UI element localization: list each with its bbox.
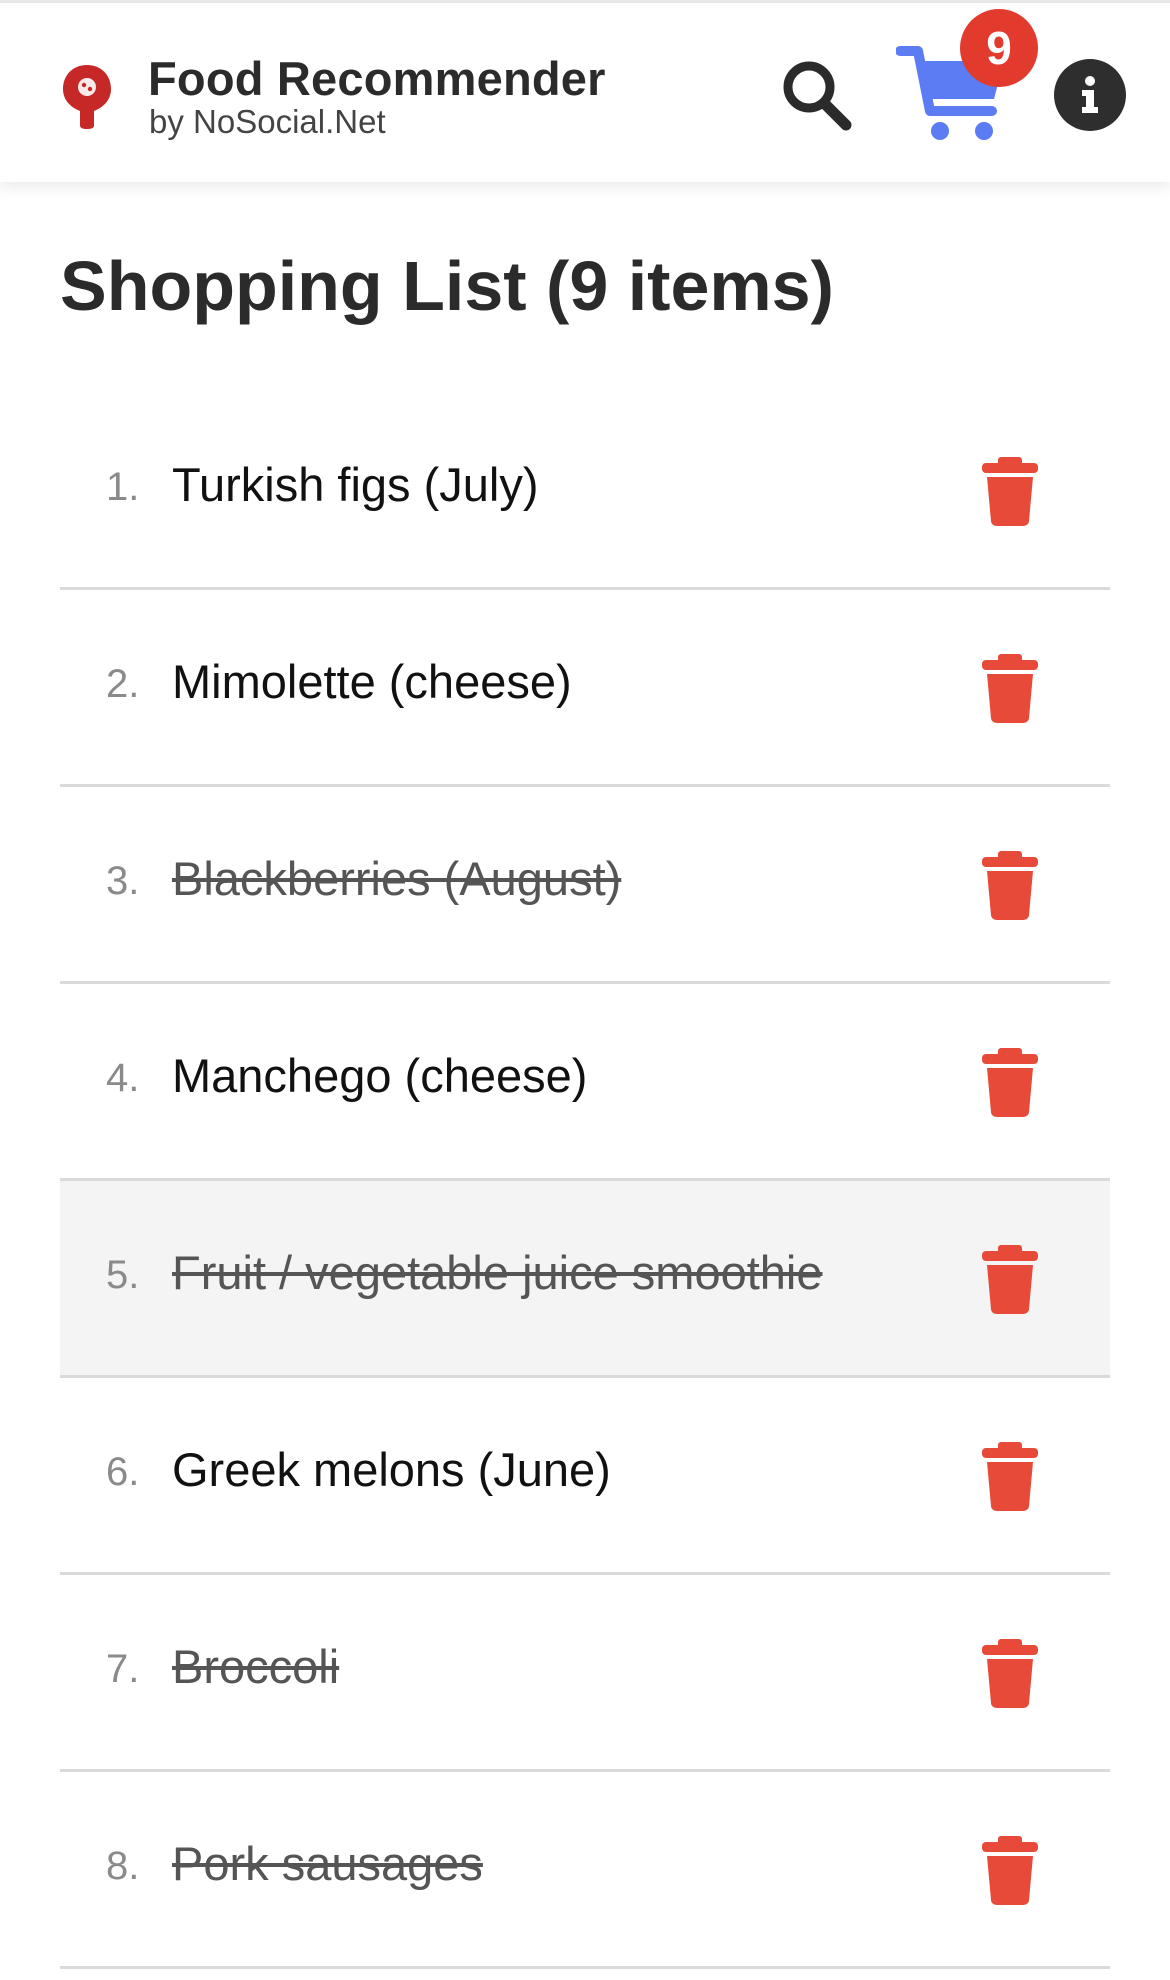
item-number: 2. xyxy=(106,662,140,706)
item-label[interactable]: Blackberries (August) xyxy=(172,851,621,906)
item-number: 3. xyxy=(106,859,140,903)
list-item[interactable]: 7. Broccoli xyxy=(60,1575,1110,1772)
item-label[interactable]: Pork sausages xyxy=(172,1836,483,1891)
item-label[interactable]: Greek melons (June) xyxy=(172,1442,611,1497)
trash-icon[interactable] xyxy=(980,1834,1040,1906)
item-number: 4. xyxy=(106,1056,140,1100)
search-icon[interactable] xyxy=(776,55,856,135)
app-subtitle: by NoSocial.Net xyxy=(149,103,386,140)
trash-icon[interactable] xyxy=(980,849,1040,921)
app-header: Food Recommender by NoSocial.Net 9 xyxy=(0,0,1170,182)
trash-icon[interactable] xyxy=(980,455,1040,527)
list-item[interactable]: 1. Turkish figs (July) xyxy=(60,393,1110,590)
list-item[interactable]: 8. Pork sausages xyxy=(60,1772,1110,1969)
item-number: 6. xyxy=(106,1450,140,1494)
app-title: Food Recommender xyxy=(148,52,606,105)
info-icon[interactable] xyxy=(1054,59,1126,131)
item-label[interactable]: Manchego (cheese) xyxy=(172,1048,587,1103)
item-label[interactable]: Fruit / vegetable juice smoothie xyxy=(172,1245,823,1300)
shopping-list: 1. Turkish figs (July) 2. Mimolette (che… xyxy=(60,393,1110,1969)
list-item[interactable]: 3. Blackberries (August) xyxy=(60,787,1110,984)
trash-icon[interactable] xyxy=(980,652,1040,724)
list-item[interactable]: 4. Manchego (cheese) xyxy=(60,984,1110,1181)
trash-icon[interactable] xyxy=(980,1243,1040,1315)
trash-icon[interactable] xyxy=(980,1046,1040,1118)
item-number: 1. xyxy=(106,465,140,509)
list-item[interactable]: 6. Greek melons (June) xyxy=(60,1378,1110,1575)
trash-icon[interactable] xyxy=(980,1637,1040,1709)
item-label[interactable]: Turkish figs (July) xyxy=(172,457,538,512)
cart-count-badge: 9 xyxy=(960,9,1038,87)
trash-icon[interactable] xyxy=(980,1440,1040,1512)
item-number: 5. xyxy=(106,1253,140,1297)
item-number: 8. xyxy=(106,1844,140,1888)
list-item[interactable]: 2. Mimolette (cheese) xyxy=(60,590,1110,787)
item-number: 7. xyxy=(106,1647,140,1691)
map-pin-logo-icon[interactable] xyxy=(60,63,114,129)
item-label[interactable]: Mimolette (cheese) xyxy=(172,654,572,709)
list-item[interactable]: 5. Fruit / vegetable juice smoothie xyxy=(60,1178,1110,1378)
page-title: Shopping List (9 items) xyxy=(60,247,834,325)
item-label[interactable]: Broccoli xyxy=(172,1639,339,1694)
